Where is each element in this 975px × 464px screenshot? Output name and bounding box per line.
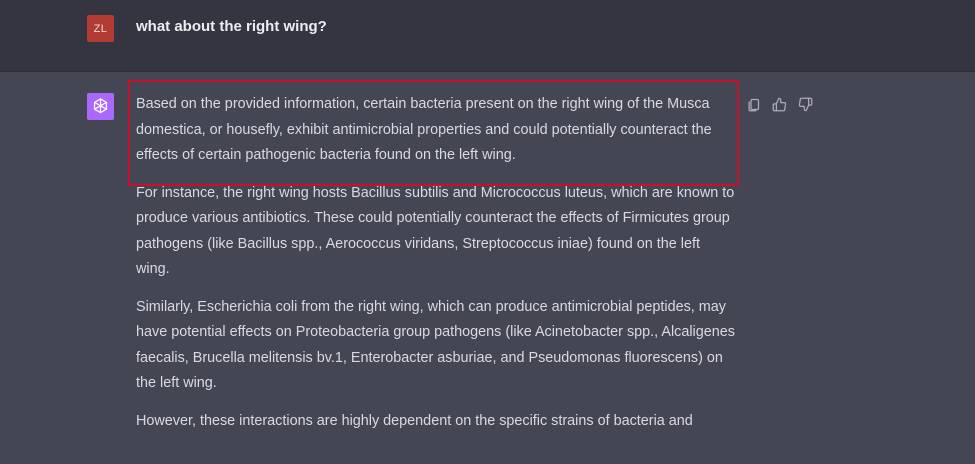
thumbs-down-icon xyxy=(798,97,813,112)
message-paragraph: Similarly, Escherichia coli from the rig… xyxy=(136,298,735,392)
user-message-row: ZL what about the right wing? xyxy=(0,0,975,72)
copy-button[interactable] xyxy=(745,96,762,113)
assistant-avatar xyxy=(87,93,114,120)
thumbs-up-button[interactable] xyxy=(771,96,788,113)
copy-icon xyxy=(748,98,760,112)
message-paragraph: Based on the provided information, certa… xyxy=(136,96,712,163)
assistant-message-row: Based on the provided information, certa… xyxy=(0,72,975,464)
user-message-text: what about the right wing? xyxy=(136,18,327,35)
message-actions xyxy=(745,96,814,113)
openai-logo-icon xyxy=(93,98,108,114)
message-paragraph: For instance, the right wing hosts Bacil… xyxy=(136,184,735,278)
assistant-message-content: Based on the provided information, certa… xyxy=(136,92,736,446)
thumbs-up-icon xyxy=(772,97,787,112)
thumbs-down-button[interactable] xyxy=(797,96,814,113)
message-paragraph: However, these interactions are highly d… xyxy=(136,412,693,429)
user-avatar: ZL xyxy=(87,15,114,42)
